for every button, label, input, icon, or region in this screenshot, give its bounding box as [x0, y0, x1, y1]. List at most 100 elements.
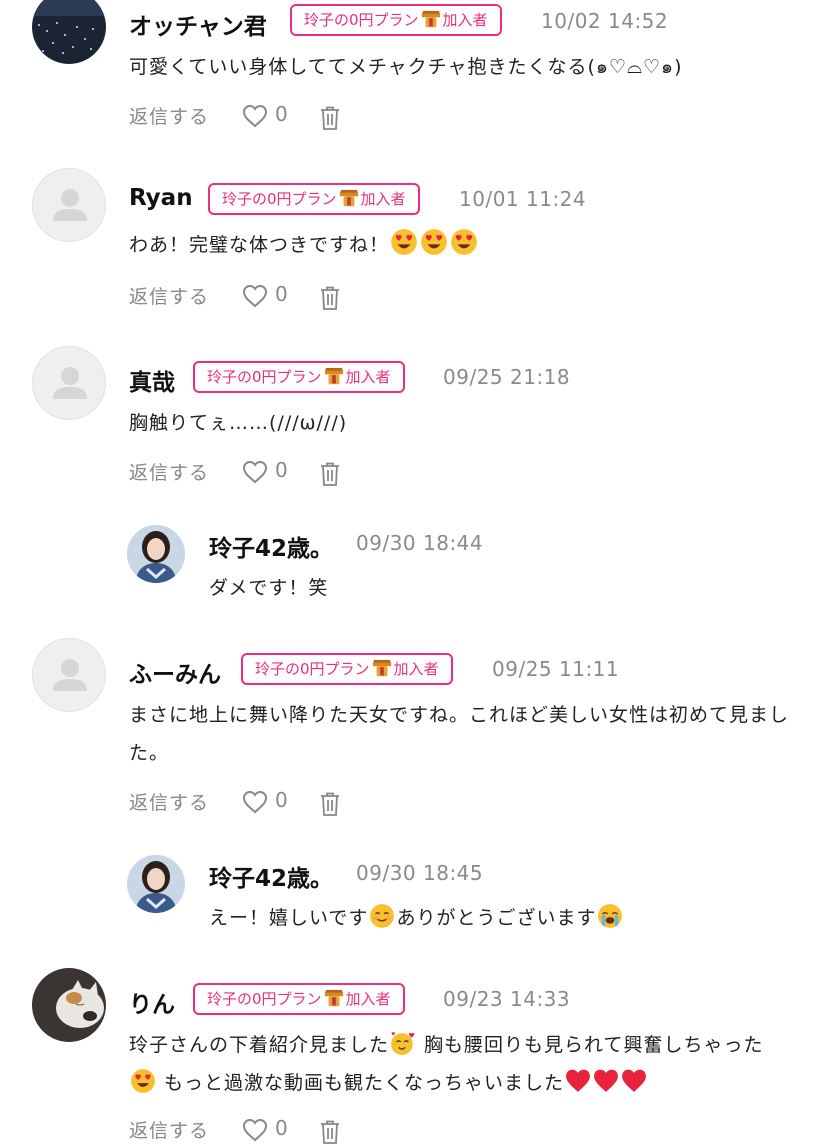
avatar[interactable] — [32, 168, 106, 242]
badge-label: 玲子の0円プラン — [222, 190, 337, 208]
comment-text: 玲子さんの下着紹介見ました — [129, 1034, 390, 1056]
comment-timestamp: 09/23 14:33 — [443, 987, 571, 1011]
commenter-name[interactable]: Ryan — [129, 185, 193, 211]
badge-label: 玲子の0円プラン — [207, 990, 322, 1008]
heart-icon[interactable] — [242, 460, 268, 484]
trash-icon[interactable] — [319, 791, 341, 817]
plan-badge: 玲子の0円プラン 加入者 — [193, 361, 405, 393]
default-avatar-icon — [33, 347, 106, 420]
badge-label: 玲子の0円プラン — [207, 368, 322, 386]
badge-label-suffix: 加入者 — [393, 660, 439, 678]
heart-eyes-emoji — [130, 1068, 156, 1094]
badge-label: 玲子の0円プラン — [304, 11, 419, 29]
comment-item: Ryan 玲子の0円プラン 加入者 10/01 11:24 わあ！完璧な体つきで… — [0, 168, 828, 328]
trash-icon[interactable] — [319, 105, 341, 131]
heart-icon[interactable] — [242, 104, 268, 128]
plan-badge: 玲子の0円プラン 加入者 — [241, 653, 453, 685]
avatar[interactable] — [127, 855, 185, 913]
heart-icon[interactable] — [242, 790, 268, 814]
comment-item: ふーみん 玲子の0円プラン 加入者 09/25 11:11 まさに地上に舞い降り… — [0, 638, 828, 838]
reply-button[interactable]: 返信する — [129, 458, 209, 485]
cat-photo — [32, 968, 106, 1042]
commenter-name[interactable]: 玲子42歳。 — [209, 859, 333, 893]
profile-photo — [127, 525, 185, 583]
trash-icon[interactable] — [319, 285, 341, 311]
reply-text: ダメです！笑 — [209, 577, 329, 599]
comment-actions: 返信する 0 — [129, 458, 389, 488]
commenter-name[interactable]: 真哉 — [129, 363, 175, 397]
red-heart-emoji — [593, 1068, 619, 1094]
plan-badge: 玲子の0円プラン 加入者 — [290, 4, 502, 36]
comment-timestamp: 09/25 11:11 — [492, 657, 620, 681]
heart-eyes-emoji — [420, 228, 448, 256]
comment-text: 可愛くていい身体しててメチャクチャ抱きたくなる(๑♡⌓♡๑) — [129, 56, 683, 78]
comment-actions: 返信する 0 — [129, 1116, 389, 1146]
reply-text-continued: ありがとうございます — [396, 907, 597, 929]
avatar[interactable] — [32, 346, 106, 420]
avatar[interactable] — [32, 638, 106, 712]
comment-text-block: 玲子さんの下着紹介見ました 胸も腰回りも見られて興奮しちゃった もっと過激な動画… — [129, 1026, 799, 1102]
profile-photo — [127, 855, 185, 913]
smiling-emoji — [369, 903, 395, 929]
reply-timestamp: 09/30 18:44 — [356, 531, 484, 555]
badge-label-suffix: 加入者 — [345, 368, 391, 386]
reply-button[interactable]: 返信する — [129, 102, 209, 129]
commenter-name[interactable]: ふーみん — [129, 655, 221, 689]
reply-item: 玲子42歳。 09/30 18:44 ダメです！笑 — [0, 525, 828, 615]
reply-item: 玲子42歳。 09/30 18:45 えー！嬉しいです ありがとうございます — [0, 855, 828, 945]
reply-text-row: えー！嬉しいです ありがとうございます — [209, 899, 789, 937]
comment-text: 胸触りてぇ……(///ω///) — [129, 412, 348, 434]
avatar[interactable] — [32, 968, 106, 1042]
heart-icon[interactable] — [242, 1118, 268, 1142]
heart-icon[interactable] — [242, 284, 268, 308]
like-count: 0 — [275, 282, 288, 306]
comment-text-continued: もっと過激な動画も観たくなっちゃいました — [157, 1072, 565, 1094]
like-count: 0 — [275, 788, 288, 812]
comment-text: まさに地上に舞い降りた天女ですね。これほど美しい女性は初めて見ました。 — [129, 704, 790, 764]
badge-label-suffix: 加入者 — [345, 990, 391, 1008]
avatar[interactable] — [32, 0, 106, 64]
comment-item: オッチャン君 玲子の0円プラン 加入者 10/02 14:52 可愛くていい身体… — [0, 0, 828, 160]
badge-label: 玲子の0円プラン — [255, 660, 370, 678]
badge-icon — [339, 189, 359, 209]
trash-icon[interactable] — [319, 1119, 341, 1145]
reply-text: えー！嬉しいです — [209, 907, 369, 929]
comment-text: わあ！完璧な体つきですね！ — [129, 234, 390, 256]
comment-timestamp: 10/01 11:24 — [459, 187, 587, 211]
crying-emoji — [597, 903, 623, 929]
trash-icon[interactable] — [319, 461, 341, 487]
commenter-name[interactable]: りん — [129, 985, 175, 1019]
badge-label-suffix: 加入者 — [442, 11, 488, 29]
comment-text-row: わあ！完璧な体つきですね！ — [129, 226, 794, 264]
reply-timestamp: 09/30 18:45 — [356, 861, 484, 885]
comment-timestamp: 09/25 21:18 — [443, 365, 571, 389]
avatar[interactable] — [127, 525, 185, 583]
reply-button[interactable]: 返信する — [129, 1116, 209, 1143]
default-avatar-icon — [33, 169, 106, 242]
reply-button[interactable]: 返信する — [129, 282, 209, 309]
like-count: 0 — [275, 102, 288, 126]
heart-eyes-emoji — [450, 228, 478, 256]
city-night-photo — [32, 0, 106, 64]
like-count: 0 — [275, 1116, 288, 1140]
comment-actions: 返信する 0 — [129, 282, 389, 312]
plan-badge: 玲子の0円プラン 加入者 — [193, 983, 405, 1015]
comment-actions: 返信する 0 — [129, 102, 389, 132]
badge-icon — [324, 989, 344, 1009]
comment-item: りん 玲子の0円プラン 加入者 09/23 14:33 玲子さんの下着紹介見まし… — [0, 968, 828, 1124]
badge-label-suffix: 加入者 — [360, 190, 406, 208]
badge-icon — [421, 10, 441, 30]
red-heart-emoji — [621, 1068, 647, 1094]
commenter-name[interactable]: 玲子42歳。 — [209, 529, 333, 563]
hearts-face-emoji — [390, 1030, 416, 1056]
plan-badge: 玲子の0円プラン 加入者 — [208, 183, 420, 215]
badge-icon — [324, 367, 344, 387]
badge-icon — [372, 659, 392, 679]
comment-timestamp: 10/02 14:52 — [541, 9, 669, 33]
comment-actions: 返信する 0 — [129, 788, 389, 818]
reply-button[interactable]: 返信する — [129, 788, 209, 815]
commenter-name[interactable]: オッチャン君 — [129, 7, 267, 41]
default-avatar-icon — [33, 639, 106, 712]
heart-eyes-emoji — [390, 228, 418, 256]
red-heart-emoji — [565, 1068, 591, 1094]
